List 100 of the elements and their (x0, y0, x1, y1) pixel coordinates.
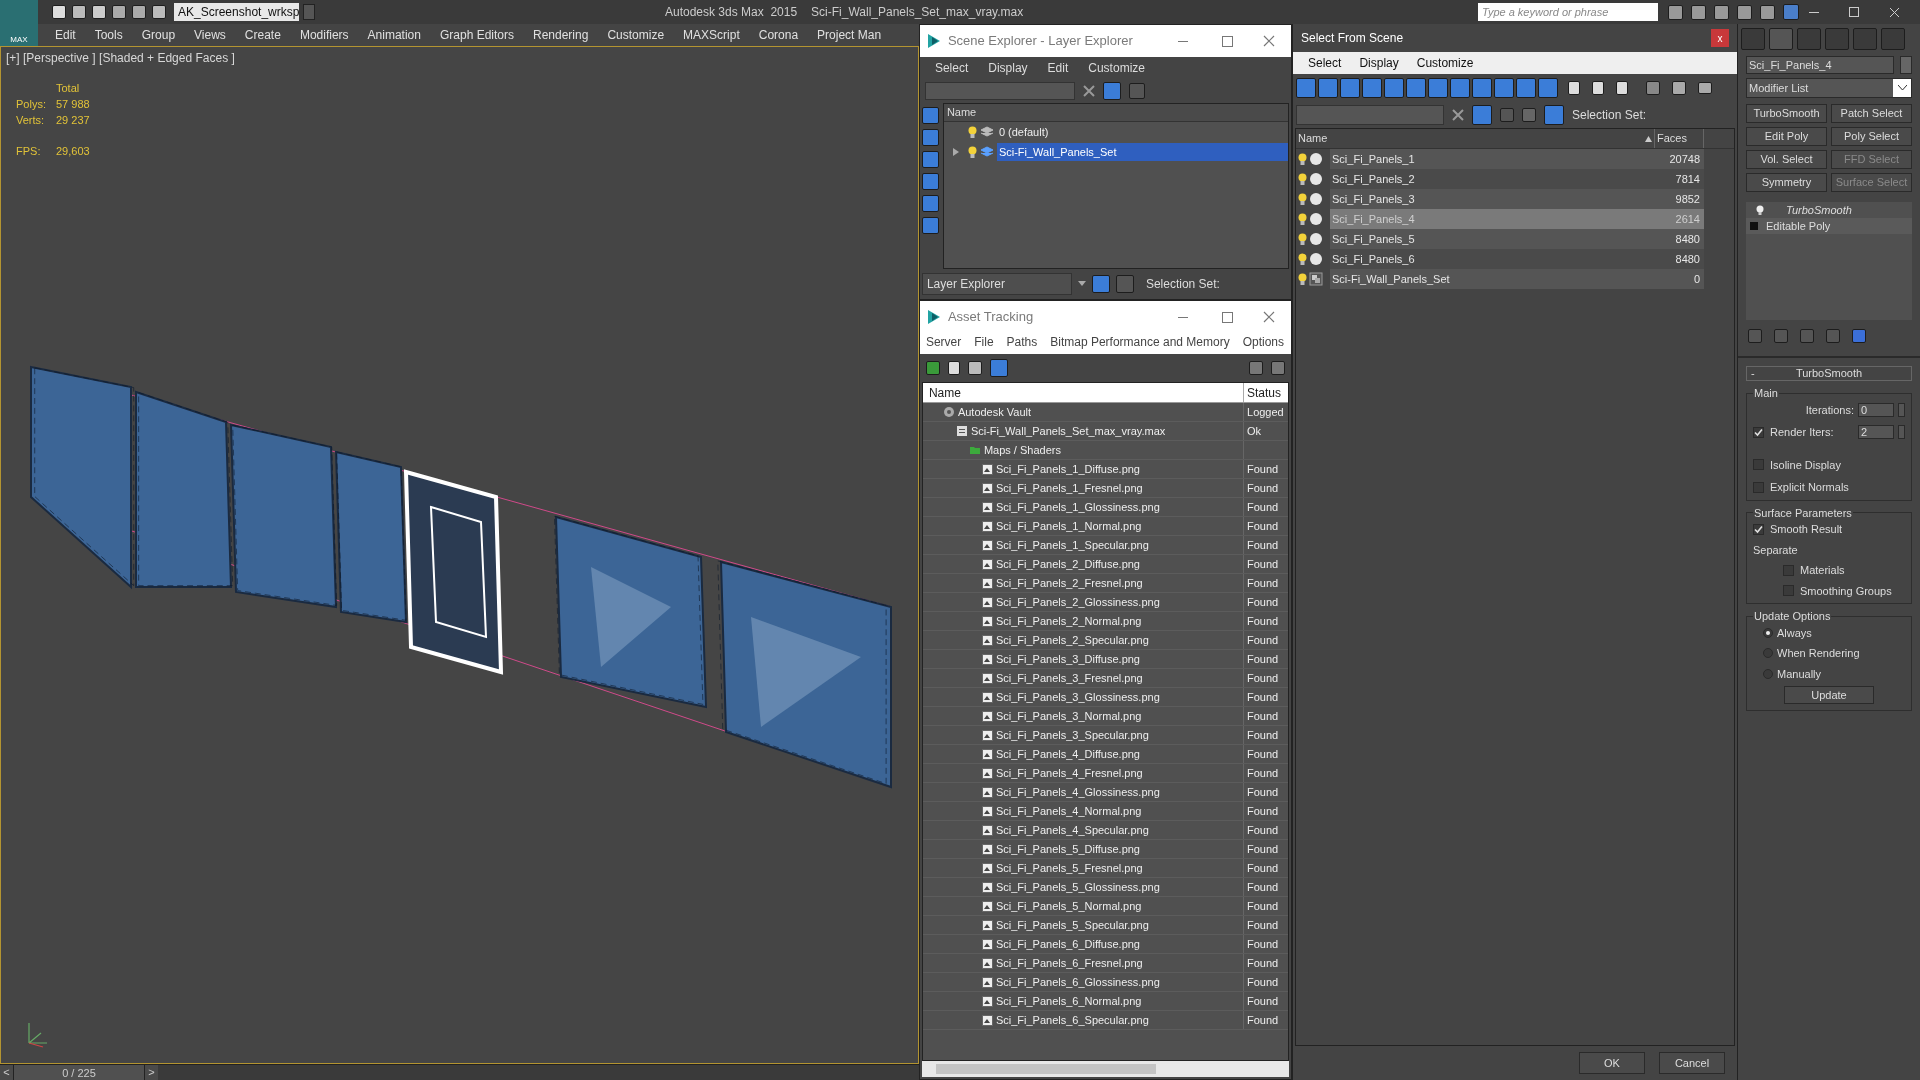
menu-item[interactable]: Paths (1006, 333, 1038, 352)
column-header[interactable]: Name (922, 383, 1244, 402)
menu-item[interactable]: Select (1308, 54, 1342, 72)
asset-name[interactable]: Sci_Fi_Panels_3_Diffuse.png (995, 650, 1140, 668)
asset-name[interactable]: Sci_Fi_Panels_5_Diffuse.png (995, 840, 1140, 858)
asset-name[interactable]: Sci_Fi_Panels_4_Diffuse.png (995, 745, 1140, 763)
menu-item[interactable]: Tools (94, 26, 123, 44)
column-header[interactable]: Name (943, 104, 1288, 122)
menu-item[interactable]: Server (925, 333, 962, 352)
viewport[interactable]: [+] [Perspective ] [Shaded + Edged Faces ] Total Polys: 57 988 Verts: 29 237 FPS: 29,603 (0, 46, 919, 1064)
ok-button[interactable]: OK (1579, 1052, 1645, 1074)
asset-name[interactable]: Sci_Fi_Panels_1_Normal.png (995, 517, 1142, 535)
modifier-button[interactable]: Edit Poly (1746, 127, 1827, 146)
search-field[interactable] (1296, 105, 1444, 125)
object-row[interactable]: Sci_Fi_Panels_6 8480 (1330, 249, 1704, 269)
checkbox[interactable] (1753, 481, 1764, 493)
maximize-icon[interactable] (1222, 35, 1233, 47)
menu-item[interactable]: Rendering (533, 26, 589, 44)
menu-item[interactable]: Graph Editors (439, 26, 514, 44)
lightbulb-icon[interactable] (1298, 172, 1307, 186)
stack-item[interactable]: TurboSmooth (1786, 201, 1852, 219)
lightbulb-icon[interactable] (1298, 212, 1307, 226)
sort-ascending-icon[interactable] (1645, 135, 1652, 142)
menu-item[interactable]: Group (141, 26, 176, 44)
asset-name[interactable]: Sci_Fi_Panels_5_Normal.png (995, 897, 1142, 915)
object-row[interactable]: Sci_Fi_Panels_1 20748 (1330, 149, 1704, 169)
clear-icon[interactable] (1452, 109, 1464, 121)
minimize-icon[interactable] (1809, 11, 1819, 13)
restore-icon[interactable] (1849, 7, 1859, 17)
close-icon[interactable] (1889, 6, 1900, 18)
radio-button[interactable] (1763, 648, 1773, 659)
close-icon[interactable] (1263, 35, 1275, 47)
asset-name[interactable]: Sci_Fi_Panels_6_Glossiness.png (995, 973, 1160, 991)
asset-name[interactable]: Sci_Fi_Panels_2_Glossiness.png (995, 593, 1160, 611)
horizontal-scrollbar[interactable] (921, 1061, 1289, 1077)
lightbulb-icon[interactable] (1298, 232, 1307, 246)
lightbulb-icon[interactable] (1756, 204, 1764, 216)
menu-item[interactable]: Animation (367, 26, 421, 44)
asset-name[interactable]: Sci_Fi_Panels_5_Glossiness.png (995, 878, 1160, 896)
menu-item[interactable]: MAXScript (683, 26, 740, 44)
explorer-mode-dropdown[interactable]: Layer Explorer (921, 273, 1072, 295)
menu-item[interactable]: Select (934, 59, 969, 77)
modifier-stack[interactable]: TurboSmooth Editable Poly (1746, 202, 1912, 320)
menu-item[interactable]: Edit (1047, 59, 1069, 77)
column-header[interactable]: Faces (1655, 129, 1704, 148)
menu-item[interactable]: Display (1359, 54, 1399, 72)
caret-icon[interactable] (1077, 281, 1086, 287)
object-color-swatch[interactable] (1900, 56, 1912, 74)
lightbulb-icon[interactable] (1298, 152, 1307, 166)
clear-icon[interactable] (1082, 85, 1095, 97)
object-name-field[interactable]: Sci_Fi_Panels_4 (1746, 56, 1894, 74)
menu-item[interactable]: Customize (1088, 59, 1145, 77)
modifier-button[interactable]: TurboSmooth (1746, 104, 1827, 123)
search-field[interactable]: Type a keyword or phrase (1478, 3, 1658, 21)
menu-item[interactable]: Customize (607, 26, 665, 44)
asset-name[interactable]: Sci_Fi_Panels_1_Glossiness.png (995, 498, 1160, 516)
checkbox[interactable] (1783, 564, 1794, 576)
column-header[interactable]: Name (1298, 130, 1645, 147)
menu-item[interactable]: Display (988, 59, 1028, 77)
asset-name[interactable]: Sci_Fi_Panels_4_Fresnel.png (995, 764, 1143, 782)
asset-name[interactable]: Sci_Fi_Panels_3_Glossiness.png (995, 688, 1160, 706)
asset-name[interactable]: Sci_Fi_Panels_1_Fresnel.png (995, 479, 1143, 497)
expand-arrow-icon[interactable] (951, 147, 960, 157)
radio-button[interactable] (1763, 668, 1773, 679)
caret-icon[interactable] (1897, 85, 1907, 91)
asset-name[interactable]: Sci_Fi_Panels_3_Specular.png (995, 726, 1149, 744)
menu-item[interactable]: Project Man (817, 26, 882, 44)
asset-name[interactable]: Sci_Fi_Panels_6_Fresnel.png (995, 954, 1143, 972)
asset-name[interactable]: Sci_Fi_Panels_5_Fresnel.png (995, 859, 1143, 877)
radio-button[interactable] (1763, 627, 1773, 638)
collapse-toggle[interactable]: - (1751, 365, 1767, 382)
asset-name[interactable]: Sci_Fi_Panels_4_Normal.png (995, 802, 1142, 820)
close-icon[interactable] (1263, 311, 1275, 323)
asset-name[interactable]: Sci_Fi_Panels_2_Specular.png (995, 631, 1149, 649)
asset-name[interactable]: Sci_Fi_Panels_2_Fresnel.png (995, 574, 1143, 592)
asset-name[interactable]: Sci_Fi_Panels_3_Fresnel.png (995, 669, 1143, 687)
workspace-dropdown[interactable]: AK_Screenshot_wrksp (174, 3, 299, 21)
rollout-header[interactable]: - TurboSmooth (1746, 366, 1912, 381)
asset-name[interactable]: Autodesk Vault (957, 403, 1032, 421)
modifier-button[interactable]: Patch Select (1831, 104, 1912, 123)
menu-item[interactable]: Edit (55, 26, 76, 44)
lightbulb-icon[interactable] (967, 145, 977, 159)
menu-item[interactable]: Corona (758, 26, 799, 44)
menu-item[interactable]: Bitmap Performance and Memory (1050, 333, 1230, 352)
column-header[interactable]: Status (1244, 383, 1288, 402)
iterations-spinner[interactable]: 0 (1858, 402, 1894, 417)
lightbulb-icon[interactable] (1298, 272, 1307, 286)
asset-name[interactable]: Sci_Fi_Panels_3_Normal.png (995, 707, 1142, 725)
render-iters-spinner[interactable]: 2 (1858, 425, 1894, 440)
asset-name[interactable]: Sci_Fi_Panels_5_Specular.png (995, 916, 1149, 934)
checkbox[interactable] (1753, 426, 1764, 438)
previous-frame-button[interactable]: < (0, 1064, 14, 1080)
viewport-label[interactable]: [+] [Perspective ] [Shaded + Edged Faces ] (6, 49, 235, 67)
asset-name[interactable]: Sci_Fi_Panels_2_Diffuse.png (995, 555, 1140, 573)
object-row[interactable]: Sci_Fi_Panels_3 9852 (1330, 189, 1704, 209)
layer-row[interactable]: 0 (default) (996, 123, 1288, 141)
lightbulb-icon[interactable] (967, 125, 977, 139)
wall-panels-drawing[interactable] (30, 365, 892, 789)
modifier-button[interactable]: Vol. Select (1746, 150, 1827, 169)
lightbulb-icon[interactable] (1298, 252, 1307, 266)
